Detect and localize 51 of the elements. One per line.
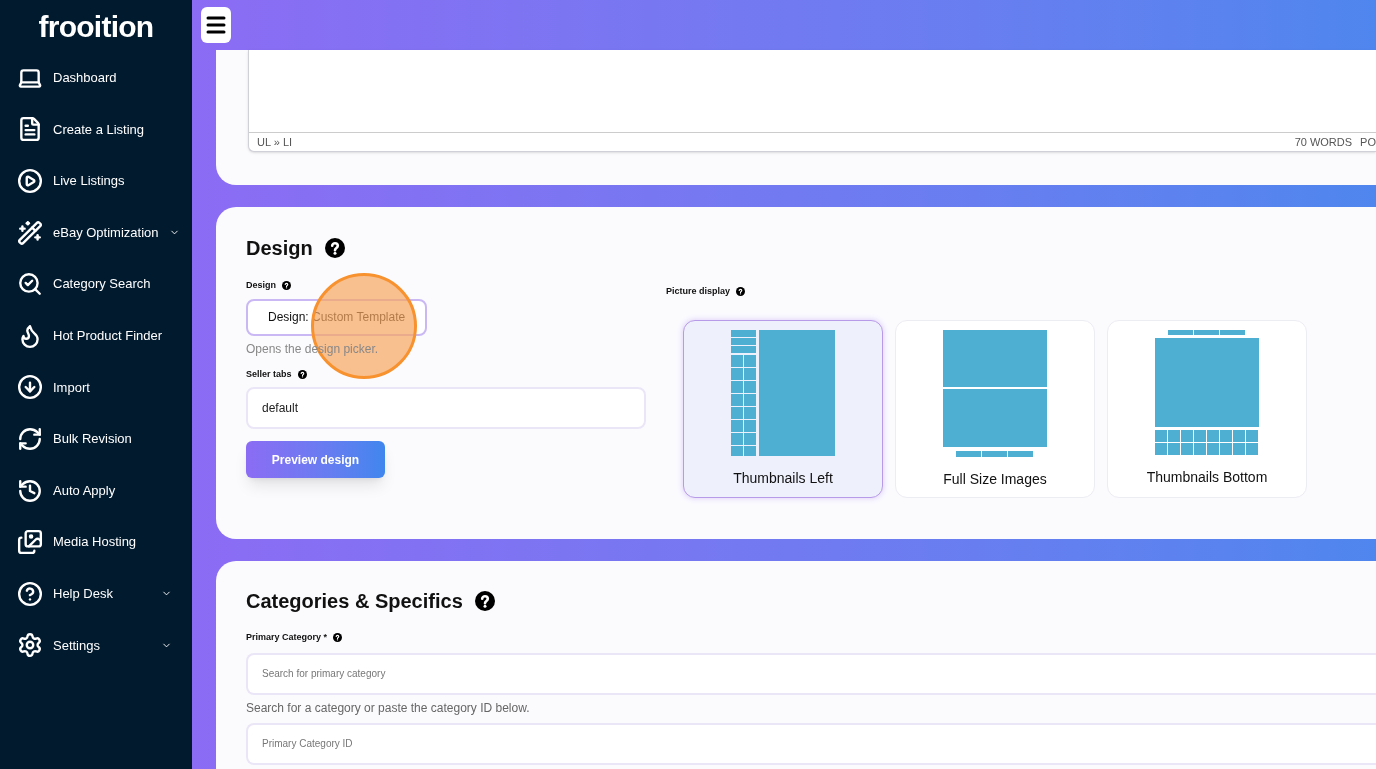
picture-display-option[interactable]: Full Size Images: [895, 319, 1095, 498]
sidebar-item[interactable]: Bulk Revision: [0, 413, 192, 465]
sidebar-item[interactable]: Category Search: [0, 258, 192, 310]
sidebar-item[interactable]: eBay Optimization: [0, 206, 192, 259]
sidebar-item[interactable]: Hot Product Finder: [0, 309, 192, 362]
preview-design-button[interactable]: Preview design: [246, 441, 385, 478]
text-editor[interactable]: UL » LI 70 WORDS PO: [248, 50, 1376, 152]
images-icon: [17, 529, 43, 556]
help-icon[interactable]: [297, 369, 307, 379]
section-title: Design: [246, 236, 313, 261]
field-label: Picture display: [666, 285, 731, 298]
settings-icon: [17, 632, 43, 659]
help-icon[interactable]: [282, 281, 291, 291]
sidebar-item[interactable]: Settings: [0, 619, 192, 672]
help-icon[interactable]: [474, 591, 495, 611]
element-path: UL » LI: [257, 134, 293, 150]
document-icon: [17, 116, 43, 143]
sidebar-item[interactable]: Help Desk: [0, 567, 192, 620]
help-icon: [17, 580, 43, 607]
magic-wand-icon: [17, 219, 43, 246]
sidebar-item[interactable]: Live Listings: [0, 155, 192, 207]
help-icon[interactable]: [736, 287, 746, 297]
refresh-icon: [17, 425, 43, 452]
seller-tabs-field[interactable]: default: [246, 387, 646, 429]
status-text: PO: [1360, 134, 1376, 150]
help-icon[interactable]: [333, 633, 343, 643]
search-icon: [17, 271, 43, 298]
logo[interactable]: frooition: [38, 3, 154, 49]
history-icon: [17, 477, 43, 504]
word-count: 70 WORDS: [1294, 134, 1353, 150]
sidebar-item[interactable]: Dashboard: [0, 52, 192, 104]
menu-button[interactable]: [201, 7, 231, 43]
download-icon: [17, 374, 43, 401]
category-id-field[interactable]: Primary Category ID: [246, 722, 1376, 765]
thumbnails-bottom-layout-icon: [1155, 329, 1259, 455]
picture-display-option[interactable]: Thumbnails Left: [683, 319, 883, 498]
category-search-field[interactable]: Search for primary category: [246, 652, 1376, 695]
section-title: Categories & Specifics: [246, 589, 463, 614]
help-icon[interactable]: [324, 238, 345, 258]
picture-display-option[interactable]: Thumbnails Bottom: [1107, 319, 1307, 498]
hint-text: Search for a category or paste the category ID below.: [246, 699, 531, 717]
full-size-layout-icon: [943, 329, 1047, 457]
thumbnails-left-layout-icon: [731, 329, 835, 456]
field-label: Seller tabs: [246, 367, 292, 381]
field-label: Design: [246, 279, 276, 292]
field-label: Primary Category *: [246, 631, 328, 644]
sidebar-item[interactable]: Create a Listing: [0, 103, 192, 156]
sidebar-item[interactable]: Media Hosting: [0, 516, 192, 568]
play-icon: [17, 168, 43, 194]
sidebar-item[interactable]: Auto Apply: [0, 464, 192, 517]
sidebar-item[interactable]: Import: [0, 361, 192, 414]
